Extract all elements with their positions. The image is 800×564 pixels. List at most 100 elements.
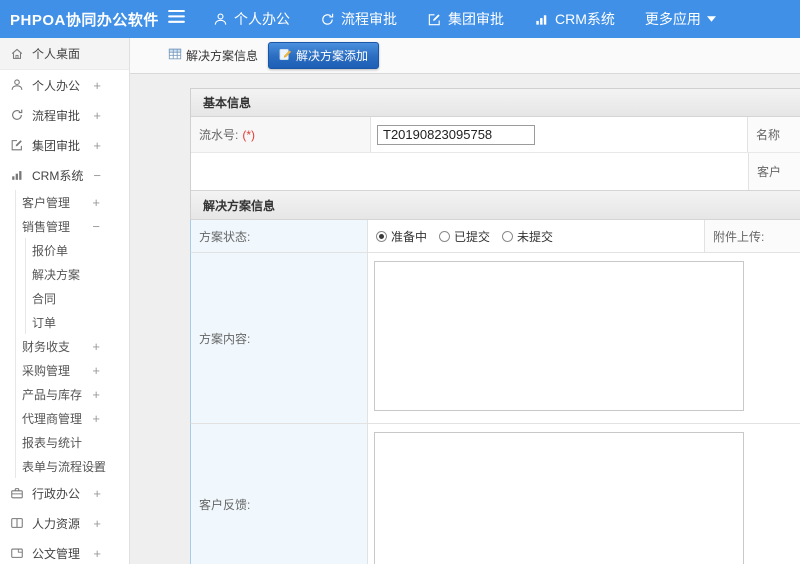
expand-toggle[interactable]: + bbox=[93, 547, 101, 560]
form-row-solution-content: 方案内容: bbox=[190, 253, 800, 424]
sidebar-toggle[interactable] bbox=[168, 10, 185, 28]
sidebar-item-solution[interactable]: 解决方案 bbox=[26, 262, 129, 286]
tab-label: 解决方案添加 bbox=[296, 49, 369, 63]
add-edit-icon bbox=[279, 48, 292, 64]
feedback-label-cell: 客户反馈: bbox=[190, 424, 368, 564]
app-window: PHPOA协同办公软件 个人办公 流程审批 集团审批 CRM系统 更多应用 个人… bbox=[0, 0, 800, 564]
person-icon bbox=[10, 78, 24, 92]
expand-toggle[interactable]: + bbox=[93, 79, 101, 92]
customer-feedback-textarea[interactable] bbox=[374, 432, 744, 564]
solution-content-textarea[interactable] bbox=[374, 261, 744, 411]
radio-unselected-icon bbox=[502, 230, 514, 242]
sidebar-item-reports-stats[interactable]: 报表与统计 bbox=[16, 430, 129, 454]
sidebar-item-product-inventory[interactable]: 产品与库存 + bbox=[16, 382, 129, 406]
person-icon bbox=[213, 12, 228, 27]
sidebar-item-label: 产品与库存 bbox=[22, 387, 83, 402]
field-label: 附件上传: bbox=[713, 229, 765, 244]
chart-icon bbox=[10, 168, 24, 182]
sidebar-item-label: 报价单 bbox=[32, 243, 69, 258]
serial-number-input[interactable] bbox=[377, 124, 535, 145]
nav-label: 集团审批 bbox=[448, 11, 504, 27]
radio-label: 已提交 bbox=[454, 229, 491, 244]
nav-item-workflow-approval[interactable]: 流程审批 bbox=[320, 9, 397, 29]
sidebar-item-form-workflow-settings[interactable]: 表单与流程设置 + bbox=[16, 454, 129, 478]
expand-toggle[interactable]: + bbox=[92, 364, 100, 377]
sales-submenu: 报价单 解决方案 合同 订单 bbox=[25, 238, 129, 334]
sidebar-item-order[interactable]: 订单 bbox=[26, 310, 129, 334]
top-header-bar: PHPOA协同办公软件 个人办公 流程审批 集团审批 CRM系统 更多应用 bbox=[0, 0, 800, 38]
sidebar-item-label: 流程审批 bbox=[32, 108, 81, 123]
sidebar-item-label: 人力资源 bbox=[32, 516, 81, 531]
app-logo: PHPOA协同办公软件 bbox=[10, 11, 159, 29]
expand-toggle[interactable]: + bbox=[92, 460, 100, 473]
sidebar-item-sales-mgmt[interactable]: 销售管理 − bbox=[16, 214, 129, 238]
briefcase-icon bbox=[10, 486, 24, 500]
workflow-icon bbox=[10, 108, 24, 122]
field-label: 方案状态: bbox=[199, 229, 251, 244]
sidebar-item-label: 解决方案 bbox=[32, 267, 81, 282]
sidebar-item-label: 行政办公 bbox=[32, 486, 81, 501]
sidebar-item-document-mgmt[interactable]: 公文管理 + bbox=[0, 538, 129, 564]
expand-toggle[interactable]: + bbox=[92, 412, 100, 425]
nav-label: 更多应用 bbox=[644, 11, 701, 27]
sidebar-item-quotation[interactable]: 报价单 bbox=[26, 238, 129, 262]
sidebar-item-workflow-approval[interactable]: 流程审批 + bbox=[0, 100, 129, 130]
expand-toggle[interactable]: + bbox=[92, 388, 100, 401]
sidebar-item-contract[interactable]: 合同 bbox=[26, 286, 129, 310]
sidebar-item-crm-system[interactable]: CRM系统 − bbox=[0, 160, 129, 190]
nav-label: CRM系统 bbox=[555, 11, 615, 27]
sidebar-item-agent-mgmt[interactable]: 代理商管理 + bbox=[16, 406, 129, 430]
hamburger-icon bbox=[168, 10, 185, 28]
sidebar-item-human-resources[interactable]: 人力资源 + bbox=[0, 508, 129, 538]
sidebar-item-finance[interactable]: 财务收支 + bbox=[16, 334, 129, 358]
feedback-value-cell bbox=[368, 424, 800, 564]
expand-toggle[interactable]: + bbox=[93, 109, 101, 122]
sidebar-item-label: 公文管理 bbox=[32, 546, 81, 561]
section-header-basic-info: 基本信息 bbox=[191, 89, 800, 117]
radio-option-submitted[interactable]: 已提交 bbox=[439, 228, 490, 245]
nav-item-group-approval[interactable]: 集团审批 bbox=[427, 9, 504, 29]
tab-strip: 解决方案信息 解决方案添加 bbox=[130, 38, 800, 74]
serial-value-cell bbox=[371, 117, 748, 152]
sidebar-item-personal-office[interactable]: 个人办公 + bbox=[0, 70, 129, 100]
sidebar-item-purchase-mgmt[interactable]: 采购管理 + bbox=[16, 358, 129, 382]
sidebar-item-group-approval[interactable]: 集团审批 + bbox=[0, 130, 129, 160]
content-value-cell bbox=[368, 253, 800, 423]
expand-toggle[interactable]: + bbox=[93, 139, 101, 152]
collapse-toggle[interactable]: − bbox=[93, 169, 101, 182]
sidebar-item-label: 采购管理 bbox=[22, 363, 71, 378]
field-label: 客户 bbox=[757, 165, 782, 179]
radio-label: 未提交 bbox=[517, 229, 554, 244]
nav-item-crm-system[interactable]: CRM系统 bbox=[534, 9, 615, 29]
form-row-customer: 客户 bbox=[191, 153, 800, 190]
expand-toggle[interactable]: + bbox=[93, 517, 101, 530]
expand-toggle[interactable]: + bbox=[92, 340, 100, 353]
radio-option-not-submitted[interactable]: 未提交 bbox=[502, 228, 553, 245]
form-row-serial: 流水号: (*) 名称 bbox=[191, 117, 800, 153]
book-icon bbox=[10, 516, 24, 530]
sidebar-item-label: 代理商管理 bbox=[22, 411, 83, 426]
sidebar-item-customer-mgmt[interactable]: 客户管理 + bbox=[16, 190, 129, 214]
nav-item-personal-office[interactable]: 个人办公 bbox=[213, 9, 290, 29]
collapse-toggle[interactable]: − bbox=[92, 220, 100, 233]
sidebar-item-label: 个人桌面 bbox=[32, 47, 81, 61]
sidebar-item-label: 客户管理 bbox=[22, 195, 71, 210]
required-mark: (*) bbox=[242, 127, 256, 142]
tab-solution-add[interactable]: 解决方案添加 bbox=[268, 42, 380, 69]
workflow-icon bbox=[320, 12, 335, 27]
sidebar-item-desktop[interactable]: 个人桌面 bbox=[0, 38, 129, 70]
sidebar-item-label: 集团审批 bbox=[32, 138, 81, 153]
nav-item-more-apps[interactable]: 更多应用 bbox=[645, 9, 716, 29]
expand-toggle[interactable]: + bbox=[92, 196, 100, 209]
home-icon bbox=[10, 47, 24, 61]
solution-add-form: 基本信息 流水号: (*) 名称 客户 解决方案信息 bbox=[190, 88, 800, 564]
sidebar-item-label: 合同 bbox=[32, 291, 57, 306]
expand-toggle[interactable]: + bbox=[93, 487, 101, 500]
tab-solution-info[interactable]: 解决方案信息 bbox=[168, 47, 258, 64]
status-label-cell: 方案状态: bbox=[190, 220, 368, 252]
sidebar-item-admin-office[interactable]: 行政办公 + bbox=[0, 478, 129, 508]
sidebar-item-label: 财务收支 bbox=[22, 339, 71, 354]
serial-label-cell: 流水号: (*) bbox=[191, 117, 371, 152]
nav-label: 个人办公 bbox=[234, 11, 290, 27]
radio-option-preparing[interactable]: 准备中 bbox=[376, 228, 427, 245]
